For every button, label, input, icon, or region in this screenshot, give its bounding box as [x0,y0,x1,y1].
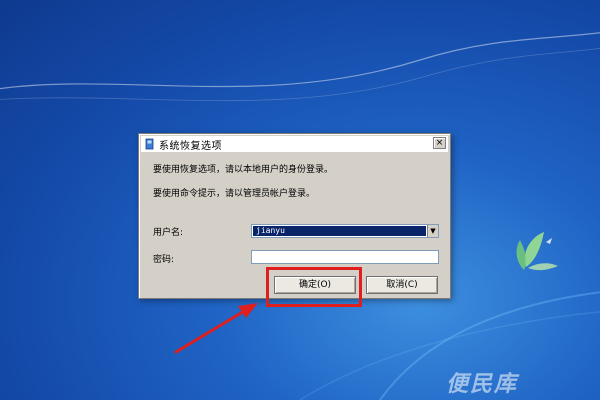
dialog-titlebar[interactable]: 系统恢复选项 × [141,136,448,152]
username-combobox[interactable]: jianyu ▼ [251,224,439,238]
ok-button[interactable]: 确定(O) [274,276,356,294]
cancel-button[interactable]: 取消(C) [366,276,438,294]
username-label: 用户名: [153,228,184,238]
password-input[interactable] [251,250,439,264]
leaf-logo-icon [516,232,558,271]
message-local-user: 要使用恢复选项，请以本地用户的身份登录。 [153,165,334,175]
watermark-text: 便民库 [446,372,519,397]
dialog-title: 系统恢复选项 [159,140,222,152]
password-label: 密码: [153,255,175,265]
message-admin: 要使用命令提示，请以管理员帐户登录。 [153,189,316,199]
chevron-down-icon[interactable]: ▼ [427,225,438,237]
system-recovery-dialog: 系统恢复选项 × 要使用恢复选项，请以本地用户的身份登录。 要使用命令提示，请以… [138,133,451,299]
close-button[interactable]: × [433,137,446,149]
username-selected-value: jianyu [253,226,426,236]
system-recovery-icon [145,138,154,150]
